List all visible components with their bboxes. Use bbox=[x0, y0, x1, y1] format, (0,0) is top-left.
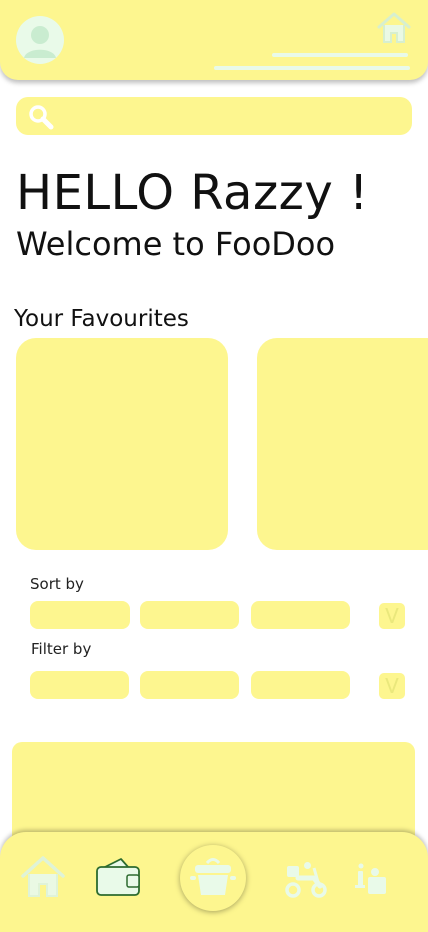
search-icon[interactable] bbox=[28, 104, 54, 130]
filter-dropdown-toggle[interactable]: V bbox=[379, 673, 405, 699]
wallet-icon bbox=[96, 858, 140, 896]
user-avatar-icon bbox=[24, 26, 56, 58]
nav-home[interactable] bbox=[20, 854, 66, 900]
sort-option[interactable] bbox=[30, 601, 130, 629]
greeting-title: HELLO Razzy ! bbox=[16, 165, 369, 221]
nav-info[interactable] bbox=[355, 862, 389, 898]
filter-option[interactable] bbox=[251, 671, 350, 699]
favourite-card[interactable] bbox=[257, 338, 428, 550]
filter-option[interactable] bbox=[140, 671, 239, 699]
home-icon bbox=[21, 856, 65, 897]
home-icon bbox=[377, 12, 411, 43]
filter-option[interactable] bbox=[30, 671, 129, 699]
sort-option[interactable] bbox=[251, 601, 350, 629]
delivery-scooter-icon bbox=[285, 862, 327, 898]
favourites-heading: Your Favourites bbox=[14, 306, 189, 332]
cooking-pot-icon bbox=[187, 855, 239, 901]
header-decor-line bbox=[272, 53, 408, 57]
nav-delivery[interactable] bbox=[284, 860, 328, 898]
sort-dropdown-toggle[interactable]: V bbox=[379, 603, 405, 629]
sort-option[interactable] bbox=[140, 601, 239, 629]
search-bar[interactable] bbox=[16, 97, 412, 135]
info-person-icon bbox=[355, 863, 386, 894]
favourite-card[interactable] bbox=[16, 338, 228, 550]
filter-label: Filter by bbox=[31, 640, 92, 658]
nav-wallet[interactable] bbox=[95, 855, 143, 899]
profile-avatar[interactable] bbox=[16, 16, 64, 64]
sort-label: Sort by bbox=[30, 575, 84, 593]
welcome-subtitle: Welcome to FooDoo bbox=[16, 225, 336, 263]
header-decor-line bbox=[214, 66, 410, 70]
home-button[interactable] bbox=[376, 10, 412, 46]
